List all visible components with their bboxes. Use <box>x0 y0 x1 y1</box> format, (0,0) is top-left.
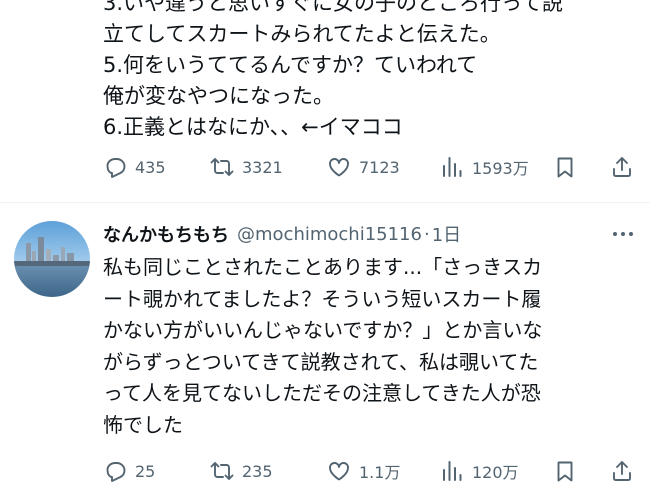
retweet-arrows-icon <box>210 158 234 176</box>
retweet-button[interactable]: 3321 <box>210 152 283 182</box>
speech-bubble-icon <box>106 158 126 178</box>
tweet-text-line: 6.正義とはなにか、、←イマココ <box>103 115 403 139</box>
heart-outline-icon <box>329 158 349 177</box>
tweet-text-line: って人を見てないしただその注意してきた人が恐 <box>103 381 541 405</box>
tweet-text-line: 怖でした <box>103 412 183 437</box>
speech-bubble-icon <box>106 462 126 482</box>
reply-header: なんかもちもち @mochimochi15116 · 1日 <box>103 219 461 249</box>
retweet-count: 3321 <box>242 157 283 177</box>
user-handle[interactable]: @mochimochi15116 <box>237 224 422 245</box>
timestamp[interactable]: 1日 <box>432 221 461 247</box>
share-upload-icon <box>613 157 631 177</box>
retweet-button[interactable]: 235 <box>210 456 273 486</box>
first-tweet-action-bar: 435 3321 7123 1593万 <box>103 152 633 182</box>
like-count: 7123 <box>359 157 400 177</box>
heart-outline-icon <box>329 462 349 481</box>
reply-button[interactable]: 435 <box>103 152 166 182</box>
avatar-cityscape-image <box>14 221 90 297</box>
tweet-text-line: 俺が変なやつになった。 <box>103 84 334 108</box>
retweet-arrows-icon <box>210 462 234 480</box>
bookmark-button[interactable] <box>553 456 577 486</box>
share-button[interactable] <box>610 456 634 486</box>
tweet-text-line: 私も同じことされたことあります...「さっきスカ <box>103 255 543 279</box>
bookmark-button[interactable] <box>553 152 577 182</box>
share-button[interactable] <box>610 152 634 182</box>
tweet-text-line: 3.いや違うと思いすぐに女の子のところ行って説 <box>103 0 563 15</box>
tweet-text-line: ート覗かれてましたよ？そういう短いスカート履 <box>103 286 542 311</box>
reply-button[interactable]: 25 <box>103 456 155 486</box>
views-count: 1593万 <box>472 159 529 178</box>
tweet-text-line: かない方がいいんじゃないですか？」とか言いな <box>103 318 543 342</box>
share-upload-icon <box>613 461 631 481</box>
bar-chart-icon <box>443 461 462 481</box>
bookmark-icon <box>557 461 573 482</box>
three-dots-icon <box>613 232 633 236</box>
like-button[interactable]: 7123 <box>327 152 400 182</box>
reply-tweet-text: 私も同じことされたことあります...「さっきスカ ート覗かれてましたよ？そういう… <box>103 252 643 441</box>
bookmark-icon <box>557 157 573 178</box>
views-button[interactable]: 1593万 <box>440 152 529 182</box>
tweet-text-line: 立てしてスカートみられてたよと伝えた。 <box>103 22 501 46</box>
first-tweet-text: 3.いや違うと思いすぐに女の子のところ行って説 立てしてスカートみられてたよと伝… <box>103 0 643 143</box>
avatar[interactable] <box>14 221 90 297</box>
display-name[interactable]: なんかもちもち <box>103 221 229 247</box>
retweet-count: 235 <box>242 461 273 481</box>
more-options-button[interactable] <box>610 223 636 245</box>
like-count: 1.1万 <box>359 463 401 482</box>
tweet-text-line: 5.何をいうててるんですか？ていわれて <box>103 53 478 77</box>
reply-tweet-action-bar: 25 235 1.1万 120万 <box>103 456 633 486</box>
like-button[interactable]: 1.1万 <box>327 456 400 486</box>
views-count: 120万 <box>472 463 519 482</box>
tweet-divider <box>0 202 650 203</box>
reply-count: 25 <box>135 461 156 481</box>
separator-dot: · <box>423 223 430 245</box>
bar-chart-icon <box>443 157 462 177</box>
tweet-text-line: がらずっとついてきて説教されて、私は覗いてた <box>103 349 539 374</box>
views-button[interactable]: 120万 <box>440 456 519 486</box>
reply-count: 435 <box>135 157 166 177</box>
